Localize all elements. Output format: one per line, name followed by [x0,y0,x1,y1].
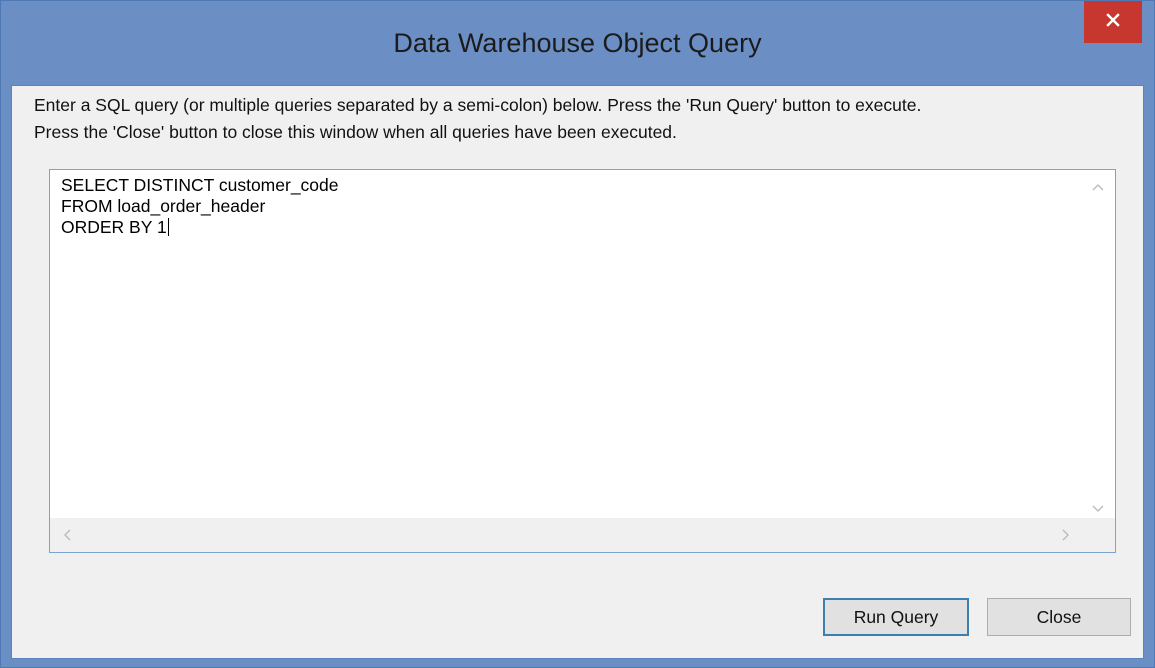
instructions-line-1: Enter a SQL query (or multiple queries s… [34,95,922,115]
chevron-up-icon[interactable] [1092,178,1104,194]
sql-line-2: FROM load_order_header [61,196,266,216]
chevron-right-icon[interactable] [1062,528,1070,544]
close-icon [1106,12,1120,32]
title-bar[interactable]: Data Warehouse Object Query [1,1,1154,85]
chevron-down-icon[interactable] [1092,500,1104,516]
window-close-button[interactable] [1084,1,1142,43]
text-caret [167,218,169,236]
query-dialog: Data Warehouse Object Query Enter a SQL … [0,0,1155,668]
close-button[interactable]: Close [987,598,1131,636]
run-query-button[interactable]: Run Query [823,598,969,636]
dialog-body: Enter a SQL query (or multiple queries s… [11,85,1144,659]
sql-query-text[interactable]: SELECT DISTINCT customer_code FROM load_… [61,175,339,238]
scrollbar-corner [1082,518,1115,552]
horizontal-scrollbar[interactable] [50,518,1082,552]
instructions-line-2: Press the 'Close' button to close this w… [34,122,677,142]
vertical-scrollbar[interactable] [1082,170,1115,518]
sql-line-3: ORDER BY 1 [61,217,167,237]
instructions-text: Enter a SQL query (or multiple queries s… [34,92,1134,146]
sql-query-editor[interactable]: SELECT DISTINCT customer_code FROM load_… [49,169,1116,553]
chevron-left-icon[interactable] [63,528,71,544]
sql-line-1: SELECT DISTINCT customer_code [61,175,339,195]
window-title: Data Warehouse Object Query [393,28,762,58]
